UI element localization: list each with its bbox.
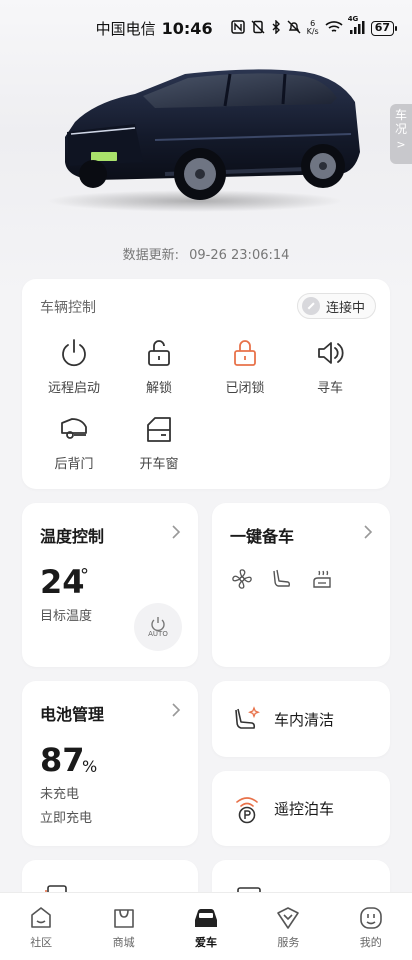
tailgate-icon <box>61 418 87 439</box>
remote-start-label: 远程启动 <box>47 381 100 396</box>
locked-label: 已闭锁 <box>225 381 265 396</box>
battery-indicator: 67 <box>370 20 398 36</box>
connecting-icon <box>301 297 320 315</box>
car-icon <box>194 909 217 927</box>
connection-label: 连接中 <box>325 300 365 316</box>
community-icon <box>31 907 51 928</box>
lock-icon <box>234 340 256 366</box>
battery-title: 电池管理 <box>40 705 105 724</box>
seat-heat-icon <box>313 570 331 588</box>
remote-start-button[interactable]: 远程启动 <box>34 337 114 396</box>
cellular-icon: 4G <box>348 15 365 37</box>
temperature-title: 温度控制 <box>40 527 105 546</box>
nav-service-label: 服务 <box>277 936 300 949</box>
vehicle-status-tab[interactable]: 车 况 > <box>390 104 412 164</box>
target-temperature-label: 目标温度 <box>40 609 93 624</box>
status-bar: 中国电信 10:46 6 K/s 4G 67 <box>0 0 412 56</box>
bottom-navigation: 社区 商城 爱车 服务 我的 <box>0 892 412 960</box>
window-icon <box>147 417 171 442</box>
nav-service[interactable]: 服务 <box>253 905 323 950</box>
nav-my-car-label: 爱车 <box>194 936 217 949</box>
find-car-button[interactable]: 寻车 <box>290 337 370 396</box>
signal-type: 4G <box>347 14 359 23</box>
service-icon <box>277 907 300 929</box>
interior-cleaning-label: 车内清洁 <box>274 710 335 729</box>
update-label: 数据更新: <box>122 248 179 263</box>
charging-status: 未充电 <box>40 787 80 802</box>
chevron-right-icon <box>172 525 181 539</box>
nfc-icon <box>230 19 245 37</box>
nav-community-label: 社区 <box>30 936 53 949</box>
remote-parking-card[interactable]: 遥控泊车 <box>212 771 390 846</box>
chevron-right-icon: > <box>396 138 406 151</box>
shop-icon <box>113 909 134 928</box>
nav-my-car[interactable]: 爱车 <box>171 905 241 950</box>
fan-icon <box>232 569 252 589</box>
prep-icons <box>230 567 334 591</box>
carrier-label: 中国电信 <box>95 19 156 38</box>
one-key-prep-card[interactable]: 一键备车 <box>212 503 390 667</box>
unlock-button[interactable]: 解锁 <box>119 337 199 396</box>
clock: 10:46 <box>161 18 213 38</box>
vehicle-control-title: 车辆控制 <box>40 300 96 316</box>
connection-status-button[interactable]: 连接中 <box>296 293 376 319</box>
charge-now-button[interactable]: 立即充电 <box>40 807 92 826</box>
battery-level-unit: % <box>82 757 98 776</box>
speed-unit: K/s <box>306 27 319 36</box>
unlock-icon <box>148 340 170 366</box>
nav-shop-label: 商城 <box>112 936 135 949</box>
side-tab-label-2: 况 <box>394 122 407 136</box>
find-car-label: 寻车 <box>316 381 343 396</box>
power-icon <box>62 339 86 367</box>
temperature-unit: ° <box>80 565 89 586</box>
seat-icon <box>273 569 291 587</box>
mute-icon <box>287 20 301 37</box>
seat-sparkle-icon <box>235 706 260 729</box>
remote-parking-icon <box>236 796 258 823</box>
nav-profile-label: 我的 <box>359 936 382 949</box>
nav-profile[interactable]: 我的 <box>336 905 406 950</box>
vibrate-icon <box>251 20 265 37</box>
temperature-control-card[interactable]: 温度控制 24 ° 目标温度 AUTO <box>22 503 198 667</box>
nav-shop[interactable]: 商城 <box>89 905 159 950</box>
target-temperature-value: 24 <box>40 563 85 601</box>
auto-climate-button[interactable]: AUTO <box>134 603 182 651</box>
remote-parking-label: 遥控泊车 <box>274 800 335 818</box>
tailgate-button[interactable]: 后背门 <box>34 413 114 472</box>
interior-cleaning-card[interactable]: 车内清洁 <box>212 681 390 757</box>
auto-label: AUTO <box>148 630 168 638</box>
unlock-label: 解锁 <box>145 381 172 396</box>
car-image[interactable] <box>55 62 365 212</box>
speaker-icon <box>318 342 344 364</box>
tailgate-label: 后背门 <box>54 457 94 472</box>
chevron-right-icon <box>364 525 373 539</box>
battery-level-value: 87 <box>40 741 85 779</box>
status-icons: 6 K/s 4G 67 <box>230 15 398 37</box>
wifi-icon <box>325 20 343 37</box>
locked-button[interactable]: 已闭锁 <box>205 337 285 396</box>
side-tab-label-1: 车 <box>394 108 407 122</box>
network-speed: 6 K/s <box>307 20 319 36</box>
vehicle-control-card: 车辆控制 连接中 远程启动 解锁 已闭锁 寻车 后背门 开车窗 <box>22 279 390 489</box>
battery-management-card[interactable]: 电池管理 87 % 未充电 立即充电 <box>22 681 198 846</box>
bluetooth-icon <box>271 18 281 37</box>
open-window-button[interactable]: 开车窗 <box>119 413 199 472</box>
update-value: 09-26 23:06:14 <box>189 248 290 263</box>
nav-community[interactable]: 社区 <box>6 905 76 950</box>
data-update-time: 数据更新: 09-26 23:06:14 <box>0 244 412 263</box>
profile-icon <box>359 907 382 929</box>
chevron-right-icon <box>172 703 181 717</box>
open-window-label: 开车窗 <box>139 457 179 472</box>
one-key-prep-title: 一键备车 <box>230 527 295 546</box>
